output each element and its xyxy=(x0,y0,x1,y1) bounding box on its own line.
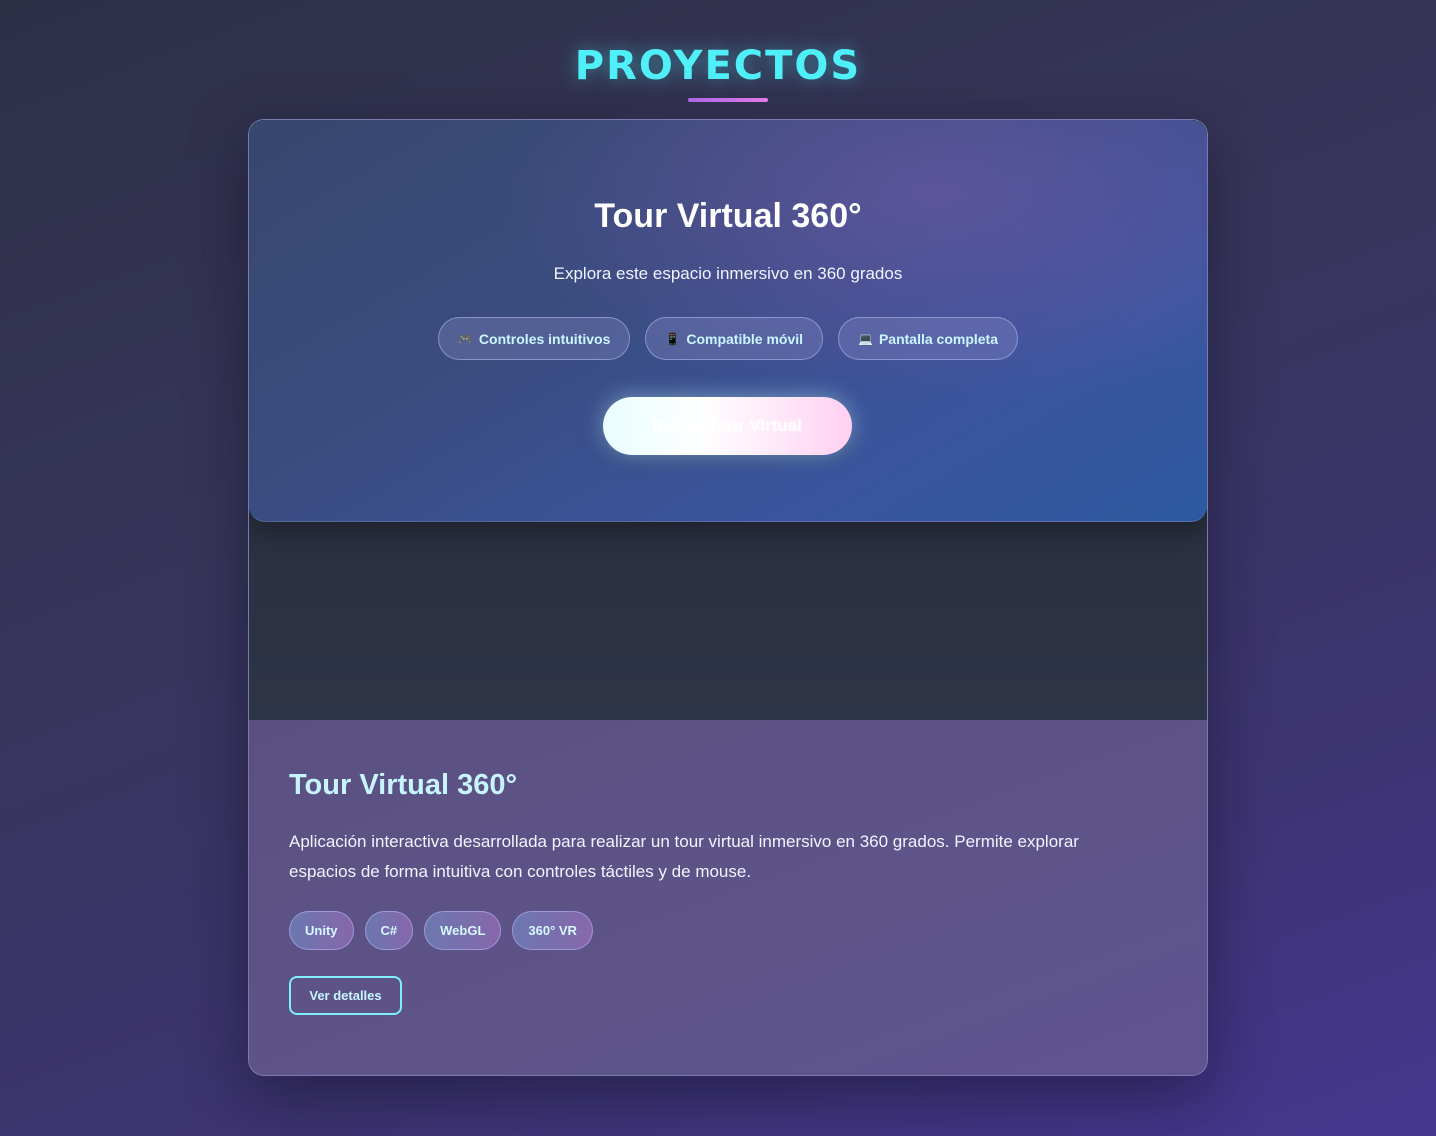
title-underline xyxy=(688,98,768,102)
project-info: Tour Virtual 360° Aplicación interactiva… xyxy=(249,720,1207,1075)
feature-list: 🎮 Controles intuitivos 📱 Compatible móvi… xyxy=(249,317,1207,360)
tour-viewer[interactable]: Tour Virtual 360° Explora este espacio i… xyxy=(249,120,1207,720)
feature-chip-controls: 🎮 Controles intuitivos xyxy=(437,317,631,360)
start-tour-button[interactable]: Iniciar Tour Virtual xyxy=(603,397,852,455)
feature-chip-fullscreen: 💻 Pantalla completa xyxy=(838,317,1019,360)
tech-tag: C# xyxy=(364,911,414,950)
tech-tags: Unity C# WebGL 360° VR xyxy=(289,911,593,950)
tech-tag: WebGL xyxy=(424,911,502,950)
feature-label: Controles intuitivos xyxy=(478,330,611,347)
feature-label: Compatible móvil xyxy=(686,330,804,347)
tech-tag: 360° VR xyxy=(512,911,593,950)
project-card: Tour Virtual 360° Explora este espacio i… xyxy=(248,119,1208,1076)
section-title: PROYECTOS xyxy=(574,43,862,89)
details-button[interactable]: Ver detalles xyxy=(289,976,402,1015)
phone-icon: 📱 xyxy=(665,331,681,346)
gamepad-icon: 🎮 xyxy=(457,331,473,346)
overlay-title: Tour Virtual 360° xyxy=(249,194,1207,238)
monitor-icon: 💻 xyxy=(858,331,873,346)
overlay-subtitle: Explora este espacio inmersivo en 360 gr… xyxy=(553,264,903,283)
tour-start-overlay: Tour Virtual 360° Explora este espacio i… xyxy=(249,120,1207,522)
feature-label: Pantalla completa xyxy=(878,330,999,347)
feature-chip-mobile: 📱 Compatible móvil xyxy=(645,317,824,360)
project-title: Tour Virtual 360° xyxy=(289,769,518,801)
project-description: Aplicación interactiva desarrollada para… xyxy=(289,832,1079,881)
tech-tag: Unity xyxy=(289,911,354,950)
